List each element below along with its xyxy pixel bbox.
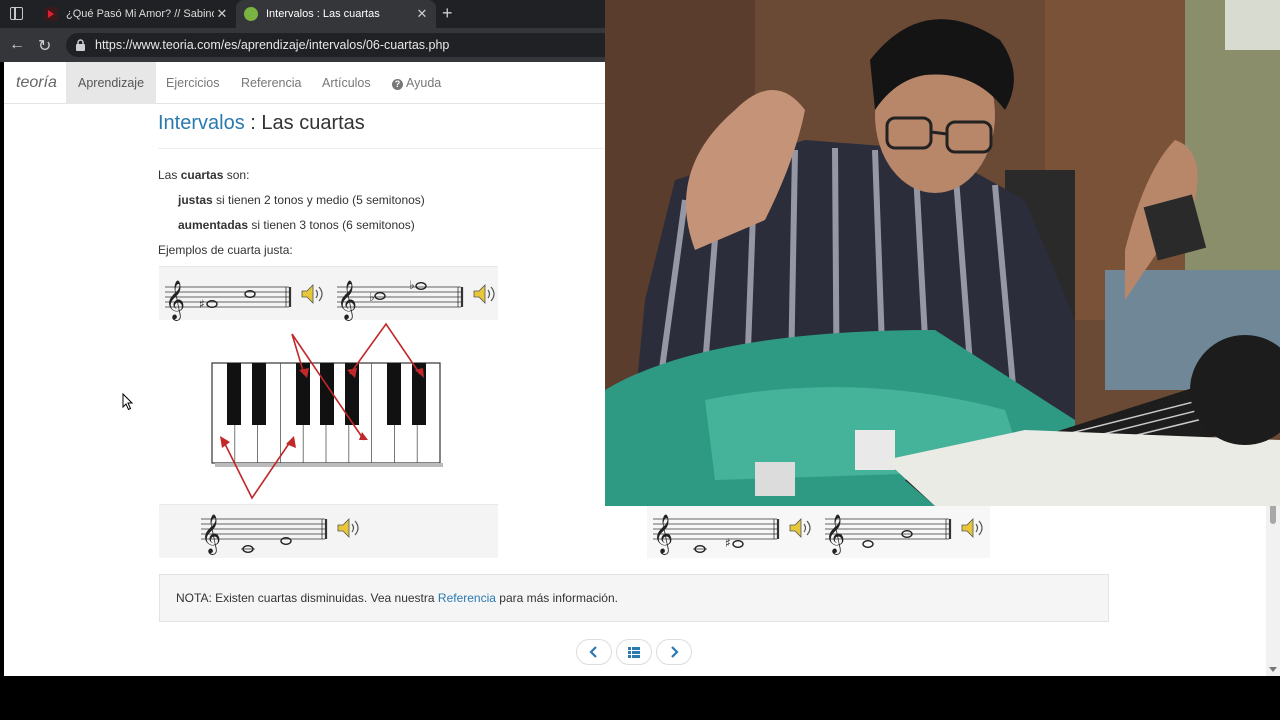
new-tab-button[interactable]: + [442,3,453,24]
example-staff-row: 𝄞 ♯ 𝄞 ♭ ♭ [159,266,498,321]
list-icon [628,646,640,658]
speaker-icon[interactable] [788,517,814,539]
next-page-button[interactable] [656,639,692,665]
svg-text:𝄞: 𝄞 [653,514,673,555]
site-brand[interactable]: teoría [16,74,57,92]
address-bar-row: ← ↻ https://www.teoria.com/es/aprendizaj… [0,28,626,62]
svg-text:♯: ♯ [725,536,731,550]
justas-rest: si tienen 2 tonos y medio (5 semitonos) [212,193,425,207]
example-staff-row: 𝄞 [159,504,498,558]
nav-ayuda-label: Ayuda [406,76,442,90]
nav-aprendizaje[interactable]: Aprendizaje [66,62,157,104]
aumentadas-bold: aumentadas [178,218,249,232]
aumentadas-rest: si tienen 3 tonos (6 semitonos) [248,218,415,232]
staff-example-1: 𝄞 ♯ 𝄞 ♭ ♭ [165,278,464,321]
webcam-video [605,0,1280,506]
svg-text:𝄞: 𝄞 [165,280,185,321]
staff-example-4: 𝄞 ♯ 𝄞 [653,514,952,555]
tab-actions-icon[interactable] [10,7,23,20]
speaker-icon[interactable] [472,283,498,305]
tab-title: Intervalos : Las cuartas [266,8,380,20]
back-arrow-icon[interactable]: ← [9,36,25,54]
speaker-icon[interactable] [336,517,362,539]
piano-keyboard-diagram [211,322,443,500]
webcam-overlay [605,0,1280,506]
screen: ¿Qué Pasó Mi Amor? // Sabino (L ✕ Interv… [0,0,1280,720]
intro-bold: cuartas [180,168,224,182]
help-circle-icon: ? [392,79,403,90]
intro-text: Las cuartas son: [158,168,249,182]
tab-youtube[interactable]: ¿Qué Pasó Mi Amor? // Sabino (L ✕ [36,0,236,28]
intro-pre: Las [158,168,181,182]
svg-text:♭: ♭ [409,278,415,292]
url-field[interactable]: https://www.teoria.com/es/aprendizaje/in… [66,33,626,57]
reload-icon[interactable]: ↻ [38,36,51,56]
svg-text:♭: ♭ [369,290,375,304]
page-title: Intervalos : Las cuartas [158,112,365,135]
tab-teoria[interactable]: Intervalos : Las cuartas ✕ [236,0,436,28]
note-pre: NOTA: Existen cuartas disminuidas. Vea n… [176,591,438,605]
close-tab-icon[interactable]: ✕ [214,6,230,22]
svg-text:𝄞: 𝄞 [825,514,845,555]
intro-post: son: [223,168,250,182]
justas-bold: justas [178,193,213,207]
scroll-down-icon[interactable] [1269,667,1277,672]
example-staff-row: 𝄞 ♯ 𝄞 [647,504,990,558]
nav-referencia[interactable]: Referencia [229,62,313,104]
index-button[interactable] [616,639,652,665]
nav-ejercicios[interactable]: Ejercicios [154,62,232,104]
url-text: https://www.teoria.com/es/aprendizaje/in… [95,38,450,52]
prev-page-button[interactable] [576,639,612,665]
note-referencia-link[interactable]: Referencia [438,591,496,605]
chevron-right-icon [671,646,679,658]
title-link[interactable]: Intervalos [158,112,245,134]
teoria-favicon-icon [244,7,258,21]
title-rest: : Las cuartas [244,112,365,134]
svg-text:𝄞: 𝄞 [337,280,357,321]
lock-icon [76,39,85,51]
note-box: NOTA: Existen cuartas disminuidas. Vea n… [159,574,1109,622]
chevron-left-icon [589,646,597,658]
close-tab-icon[interactable]: ✕ [414,6,430,22]
speaker-icon[interactable] [300,283,326,305]
note-post: para más información. [495,591,618,605]
aumentadas-item: aumentadas si tienen 3 tonos (6 semitono… [178,218,415,232]
youtube-icon [44,7,58,21]
cursor-icon [122,393,134,411]
examples-label: Ejemplos de cuarta justa: [158,243,293,257]
nav-articulos[interactable]: Artículos [310,62,383,104]
tab-title: ¿Qué Pasó Mi Amor? // Sabino (L [66,8,214,20]
nav-ayuda[interactable]: ? Ayuda [380,62,453,104]
svg-text:𝄞: 𝄞 [201,514,221,555]
speaker-icon[interactable] [960,517,986,539]
svg-text:♯: ♯ [199,297,205,311]
justas-item: justas si tienen 2 tonos y medio (5 semi… [178,193,425,207]
